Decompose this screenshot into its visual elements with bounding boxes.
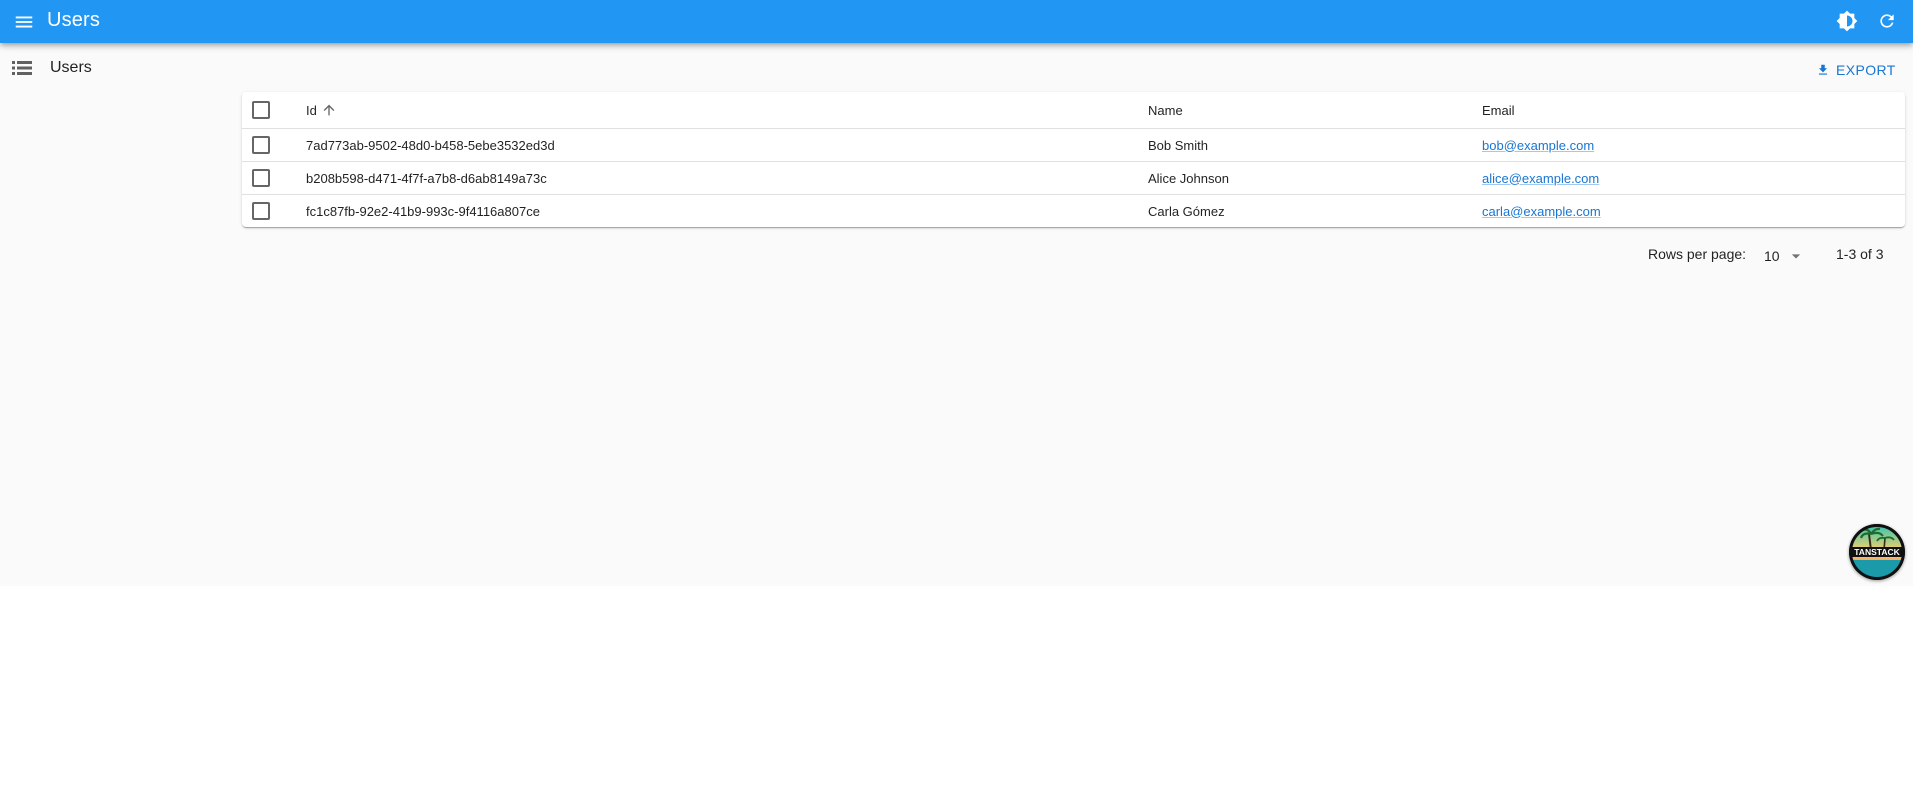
users-table: Id Name Email 7ad773ab-9502-48d0-b458-5e	[242, 92, 1905, 227]
row-select-cell	[242, 195, 306, 228]
tanstack-devtools-button[interactable]: TANSTACK	[1849, 524, 1905, 580]
row-checkbox[interactable]	[252, 169, 270, 187]
pagination: Rows per page: 10 1-3 of 3	[1600, 242, 1905, 266]
email-link[interactable]: alice@example.com	[1482, 171, 1599, 186]
column-header-id[interactable]: Id	[306, 92, 1148, 129]
cell-email: carla@example.com	[1482, 195, 1905, 228]
select-all-cell	[242, 92, 306, 129]
cell-name: Bob Smith	[1148, 128, 1482, 162]
row-select-cell	[242, 161, 306, 195]
pagination-range: 1-3 of 3	[1836, 246, 1884, 262]
theme-toggle-button[interactable]	[1831, 5, 1863, 37]
page-title: Users	[50, 59, 92, 76]
sort-id[interactable]: Id	[306, 102, 337, 118]
rows-per-page-label: Rows per page:	[1648, 246, 1747, 262]
list-header: Users EXPORT	[0, 52, 1913, 84]
menu-icon	[15, 16, 33, 28]
cell-email: bob@example.com	[1482, 128, 1905, 162]
refresh-icon	[1880, 14, 1894, 28]
users-table-card: Id Name Email 7ad773ab-9502-48d0-b458-5e	[242, 92, 1905, 227]
arrow-up-icon	[323, 104, 335, 116]
cell-id: fc1c87fb-92e2-41b9-993c-9f4116a807ce	[306, 203, 540, 219]
rows-per-page-value: 10	[1764, 248, 1780, 264]
app-bar: Users	[0, 0, 1913, 43]
download-icon	[1818, 64, 1828, 75]
export-label: EXPORT	[1836, 62, 1896, 78]
cell-name: Carla Gómez	[1148, 203, 1225, 219]
row-checkbox[interactable]	[252, 202, 270, 220]
select-all-checkbox[interactable]	[252, 101, 270, 119]
menu-button[interactable]	[8, 6, 40, 38]
cell-name: Alice Johnson	[1148, 161, 1482, 195]
column-label-email: Email	[1482, 102, 1515, 118]
cell-id: b208b598-d471-4f7f-a7b8-d6ab8149a73c	[306, 161, 1148, 195]
table-row[interactable]: 7ad773ab-9502-48d0-b458-5ebe3532ed3d Bob…	[242, 128, 1905, 162]
table-row[interactable]: b208b598-d471-4f7f-a7b8-d6ab8149a73c Ali…	[242, 161, 1905, 195]
export-button[interactable]: EXPORT	[1812, 56, 1900, 84]
row-select-cell	[242, 128, 306, 162]
email-link[interactable]: carla@example.com	[1482, 204, 1601, 219]
column-label-id: Id	[306, 102, 317, 118]
column-header-email[interactable]: Email	[1482, 92, 1905, 129]
row-checkbox[interactable]	[252, 136, 270, 154]
refresh-button[interactable]	[1871, 5, 1903, 37]
app-title: Users	[47, 9, 100, 31]
table-row[interactable]: fc1c87fb-92e2-41b9-993c-9f4116a807ce Car…	[242, 195, 1905, 228]
dropdown-arrow-icon	[1791, 254, 1800, 259]
table-header-row: Id Name Email	[242, 92, 1905, 129]
rows-per-page-select[interactable]: 10	[1764, 244, 1806, 268]
column-header-name[interactable]: Name	[1148, 92, 1482, 129]
cell-email: alice@example.com	[1482, 161, 1905, 195]
list-icon	[12, 61, 32, 75]
cell-id: 7ad773ab-9502-48d0-b458-5ebe3532ed3d	[306, 128, 1148, 162]
brightness-icon	[1836, 10, 1858, 32]
badge-label: TANSTACK	[1854, 547, 1900, 557]
tanstack-devtools-icon: TANSTACK	[1849, 524, 1905, 580]
app-root: Users Users EXPORT Id Name Email 7ad773a…	[0, 0, 1913, 586]
email-link[interactable]: bob@example.com	[1482, 138, 1594, 153]
column-label-name: Name	[1148, 102, 1183, 118]
